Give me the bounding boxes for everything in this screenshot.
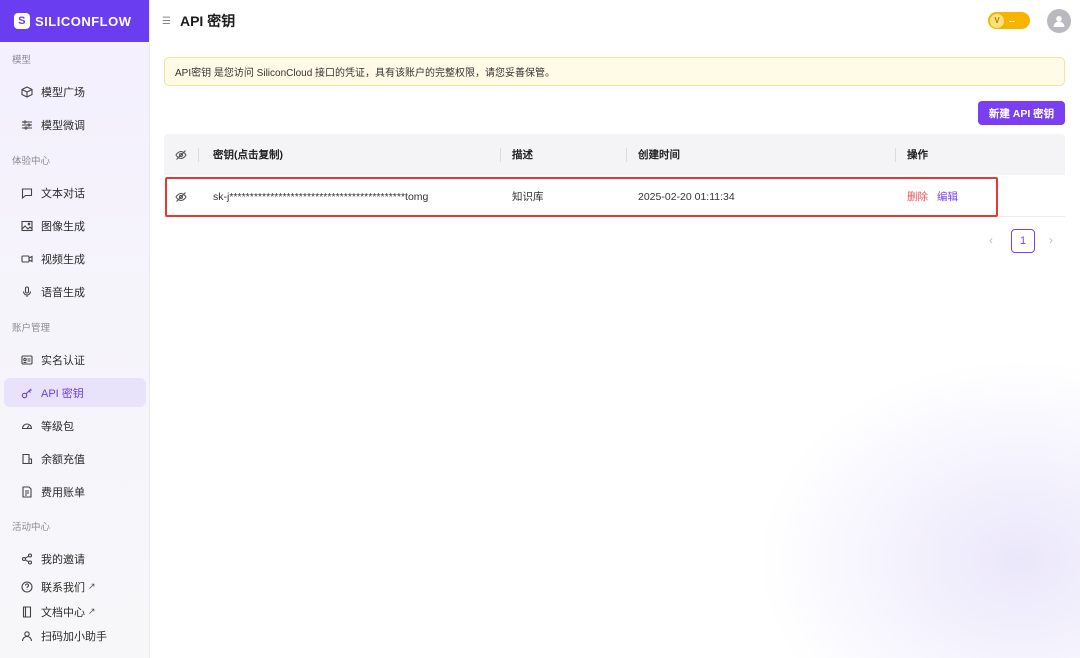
key-icon (20, 386, 34, 400)
column-header-key: 密钥(点击复制) (213, 149, 283, 161)
sidebar-item-video-gen[interactable]: 视频生成 (4, 244, 146, 273)
mic-icon (20, 285, 34, 299)
sidebar-item-invite[interactable]: 我的邀请 (4, 544, 146, 573)
brand-name: SILICONFLOW (35, 13, 132, 29)
external-link-icon: ↗ (88, 606, 96, 616)
column-header-ops: 操作 (907, 149, 928, 161)
sidebar-item-recharge[interactable]: 余额充值 (4, 444, 146, 473)
sidebar-item-api-keys[interactable]: API 密钥 (4, 378, 146, 407)
column-header-desc: 描述 (512, 149, 533, 161)
api-key-created-time: 2025-02-20 01:11:34 (638, 190, 735, 203)
sidebar-item-label: 图像生成 (41, 220, 85, 233)
api-key-description: 知识库 (512, 191, 544, 203)
sidebar-item-label: 模型微调 (41, 119, 85, 132)
brand-logo[interactable]: S SILICONFLOW (0, 0, 149, 42)
notice-banner: API密钥 是您访问 SiliconCloud 接口的凭证，具有该账户的完整权限… (164, 57, 1065, 86)
image-icon (20, 219, 34, 233)
sidebar-item-label: 视频生成 (41, 253, 85, 266)
pagination-prev-icon[interactable]: ‹ (989, 233, 993, 247)
column-divider (198, 148, 199, 162)
section-title-activity: 活动中心 (12, 522, 51, 533)
sidebar-item-label: 余额充值 (41, 453, 85, 466)
user-avatar-icon (1053, 16, 1065, 27)
toggle-visibility-all-icon[interactable] (175, 134, 187, 175)
column-divider (895, 148, 896, 162)
share-icon (20, 552, 34, 566)
sidebar-item-label: 等级包 (41, 420, 74, 433)
cube-icon (20, 85, 34, 99)
sliders-icon (20, 118, 34, 132)
sidebar-item-voice-gen[interactable]: 语音生成 (4, 277, 146, 306)
sidebar-item-assistant[interactable]: 扫码加小助手 (4, 621, 146, 650)
sidebar: S SILICONFLOW 模型 模型广场 模型微调 体验中心 文本对话 图像生… (0, 0, 150, 658)
sidebar-item-text-chat[interactable]: 文本对话 (4, 178, 146, 207)
sidebar-item-model-finetune[interactable]: 模型微调 (4, 110, 146, 139)
chat-icon (20, 186, 34, 200)
sidebar-item-label: 扫码加小助手 (41, 630, 107, 643)
sidebar-item-label: 实名认证 (41, 354, 85, 367)
wallet-icon (20, 452, 34, 466)
sidebar-item-label: 文本对话 (41, 187, 85, 200)
gauge-icon (20, 419, 34, 433)
table-row: sk-j************************************… (164, 176, 1065, 217)
column-header-created: 创建时间 (638, 149, 680, 161)
sidebar-item-label: 语音生成 (41, 286, 85, 299)
column-divider (500, 148, 501, 162)
main-content: ☰ API 密钥 V -- API密钥 是您访问 SiliconCloud 接口… (150, 0, 1080, 658)
book-icon (20, 605, 34, 619)
vip-badge[interactable]: V -- (988, 12, 1030, 29)
table-header: 密钥(点击复制) 描述 创建时间 操作 (164, 134, 1065, 175)
logo-icon: S (14, 13, 30, 29)
menu-collapse-icon[interactable]: ☰ (162, 16, 171, 27)
page-title: API 密钥 (179, 13, 236, 29)
avatar[interactable] (1047, 9, 1071, 33)
external-link-icon: ↗ (88, 581, 96, 591)
edit-link[interactable]: 编辑 (937, 176, 958, 217)
sidebar-item-label: API 密钥 (41, 387, 84, 400)
id-card-icon (20, 353, 34, 367)
sidebar-item-label: 联系我们 (41, 581, 85, 594)
section-title-playground: 体验中心 (12, 156, 51, 167)
column-divider (626, 148, 627, 162)
sidebar-item-label: 模型广场 (41, 86, 85, 99)
vip-icon: V (990, 13, 1004, 28)
pagination-page[interactable]: 1 (1011, 229, 1035, 253)
sidebar-item-label: 我的邀请 (41, 553, 85, 566)
new-api-key-button[interactable]: 新建 API 密钥 (978, 101, 1065, 125)
delete-link[interactable]: 删除 (907, 176, 928, 217)
user-icon (20, 629, 34, 643)
sidebar-item-real-name[interactable]: 实名认证 (4, 345, 146, 374)
vip-badge-label: -- (1009, 15, 1015, 26)
help-circle-icon (20, 580, 34, 594)
sidebar-item-model-square[interactable]: 模型广场 (4, 77, 146, 106)
pagination-next-icon[interactable]: › (1049, 233, 1053, 247)
bill-icon (20, 485, 34, 499)
topbar: ☰ API 密钥 (150, 0, 1080, 42)
sidebar-item-label: 费用账单 (41, 486, 85, 499)
section-title-account: 账户管理 (12, 323, 51, 334)
sidebar-item-level-pack[interactable]: 等级包 (4, 411, 146, 440)
video-icon (20, 252, 34, 266)
sidebar-item-label: 文档中心 (41, 606, 85, 619)
toggle-visibility-icon[interactable] (175, 176, 187, 217)
sidebar-item-billing[interactable]: 费用账单 (4, 477, 146, 506)
api-key-value[interactable]: sk-j************************************… (213, 176, 428, 217)
sidebar-item-image-gen[interactable]: 图像生成 (4, 211, 146, 240)
section-title-models: 模型 (12, 55, 32, 66)
notice-text: API密钥 是您访问 SiliconCloud 接口的凭证，具有该账户的完整权限… (175, 68, 556, 79)
